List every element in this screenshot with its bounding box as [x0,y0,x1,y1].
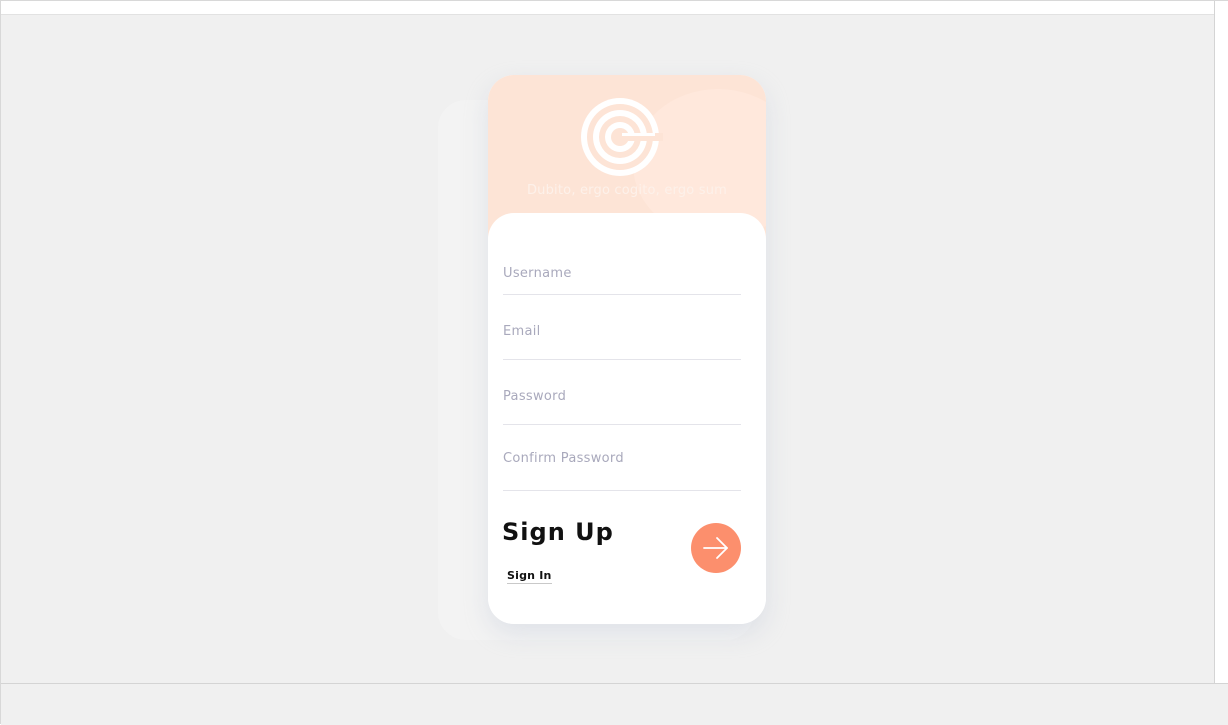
tagline: Dubito, ergo cogito, ergo sum [526,183,728,198]
bottom-border [1,683,1228,725]
signup-title: Sign Up [502,518,614,546]
email-underline [503,358,741,360]
signin-link[interactable]: Sign In [507,569,552,584]
password-underline [503,423,741,425]
signup-form: Sign Up Sign In [488,213,766,624]
username-input[interactable] [503,264,741,283]
password-field [503,385,741,425]
signup-card: Dubito, ergo cogito, ergo sum Sign Up [488,75,766,624]
confirm-password-input[interactable] [503,449,741,468]
concentric-c-logo-icon [577,94,664,180]
username-underline [503,293,741,295]
username-field [503,262,741,295]
top-border [1,1,1228,15]
email-field [503,320,741,360]
page-background: Dubito, ergo cogito, ergo sum Sign Up [0,0,1228,725]
confirm-password-underline [503,489,741,491]
password-input[interactable] [503,387,741,406]
right-border [1214,1,1228,691]
arrow-right-icon [703,537,728,559]
email-input[interactable] [503,322,741,341]
confirm-password-field [503,447,741,491]
submit-button[interactable] [691,523,741,573]
left-margin [1,15,23,683]
